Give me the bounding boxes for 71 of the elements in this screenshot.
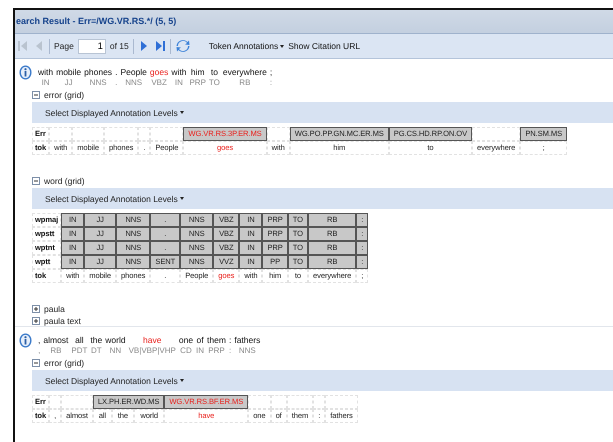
pos-tag: NNS (90, 78, 107, 88)
pos-tag: IN (42, 78, 50, 88)
show-citation-url-button[interactable]: Show Citation URL (288, 41, 360, 51)
section-title: error (grid) (44, 358, 84, 368)
section-title: error (grid) (44, 90, 84, 100)
annotation-levels-menu[interactable]: Select Displayed Annotation Levels (45, 108, 184, 118)
pos-tag: . (115, 78, 118, 88)
pos-tag: RB (50, 346, 62, 356)
sentence-word: him (190, 67, 205, 78)
caret-icon (180, 111, 184, 114)
pos-tag: : (270, 78, 272, 88)
sentence-word: of (196, 335, 204, 346)
pos-tag: : (229, 346, 232, 356)
pos-tag: PDT (71, 346, 88, 356)
pos-tag: DT (91, 346, 102, 356)
expand-icon[interactable] (32, 304, 40, 312)
sentence-word: , (38, 335, 40, 346)
annotation-levels-menu[interactable]: Select Displayed Annotation Levels (45, 376, 184, 386)
sentence-word: with (38, 67, 54, 78)
sentence-word: have (142, 335, 162, 346)
sentence-word: to (210, 67, 218, 78)
pos-tag: IN (174, 78, 183, 88)
last-page-button[interactable] (154, 39, 166, 53)
section-title: paula text (44, 316, 81, 326)
sentence-word: goes (150, 67, 168, 78)
sentence-word: almost (43, 335, 68, 346)
sentence-word: world (105, 335, 126, 346)
sentence-word: ; (270, 67, 272, 78)
page-count: of 15 (110, 41, 129, 51)
collapse-icon[interactable] (32, 176, 40, 184)
caret-icon (180, 379, 184, 382)
sentence-word: People (120, 67, 147, 78)
pos-tag: PRP (189, 78, 206, 88)
pos-tag: RB (239, 78, 250, 88)
caret-icon (180, 197, 184, 200)
page-field[interactable]: 1 (78, 38, 106, 54)
pos-tag: VBZ (151, 78, 167, 88)
expand-icon[interactable] (32, 316, 40, 324)
pos-tag: NNS (238, 346, 256, 356)
annotation-levels-menu[interactable]: Select Displayed Annotation Levels (45, 194, 184, 204)
sentence-word: fathers (234, 335, 260, 346)
sentence-word: mobile (56, 67, 82, 78)
section-title: word (grid) (44, 176, 85, 186)
refresh-button[interactable] (174, 38, 191, 54)
pos-tag: CD (180, 346, 192, 356)
info-icon[interactable] (19, 65, 32, 80)
sentence-word: the (90, 335, 102, 346)
pos-tag: IN (196, 346, 204, 356)
pos-tag: TO (208, 78, 220, 88)
sentence-word: them (207, 335, 226, 346)
pos-tag: NNS (125, 78, 142, 88)
sentence-word: : (228, 335, 232, 346)
pos-tag: , (38, 346, 40, 356)
pos-tag: PRP (208, 346, 225, 356)
caret-icon (280, 44, 284, 48)
sentence-word: everywhere (222, 67, 267, 78)
collapse-icon[interactable] (32, 358, 40, 366)
sentence-word: phones (84, 67, 112, 78)
collapse-icon[interactable] (32, 90, 40, 98)
sentence-word: with (171, 67, 186, 78)
pos-tag: VB|VBP|VHP (128, 346, 176, 356)
pos-tag: JJ (64, 78, 73, 88)
token-annotations-menu[interactable]: Token Annotations (208, 41, 284, 51)
pos-tag: NN (110, 346, 122, 356)
info-icon[interactable] (19, 333, 32, 348)
panel-title: earch Result - Err=/WG.VR.RS.*/ (5, 5) (15, 15, 176, 28)
page-label: Page (54, 41, 74, 51)
sentence-word: one (178, 335, 194, 346)
sentence-word: all (75, 335, 84, 346)
section-title: paula (44, 304, 65, 314)
sentence-word: . (115, 67, 118, 78)
